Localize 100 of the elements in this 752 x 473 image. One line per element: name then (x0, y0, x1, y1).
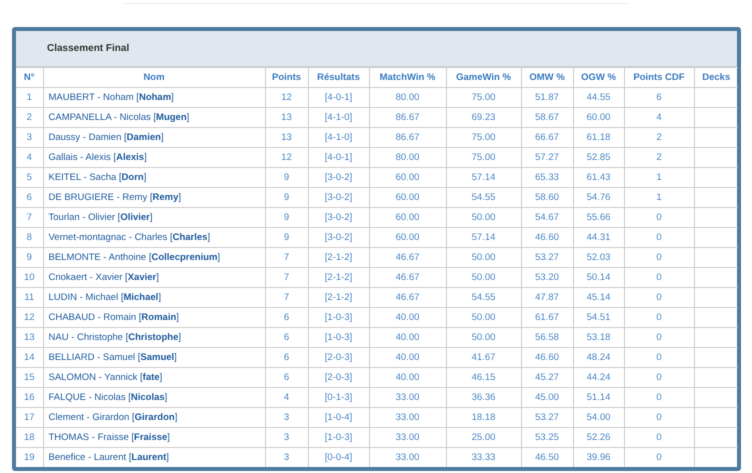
table-cell: [2-0-3] (324, 352, 352, 363)
table-cell: 60.00 (396, 172, 420, 183)
table-cell: 53.18 (586, 332, 610, 343)
player-name: CAMPANELLA - Nicolas [Mugen] (48, 112, 190, 123)
table-cell: 46.60 (535, 232, 559, 243)
table-cell: 12 (281, 92, 292, 103)
table-cell: 3 (284, 432, 290, 443)
table-cell: 5 (26, 172, 32, 183)
column-header: Nom (43, 68, 265, 88)
table-cell: 6 (284, 352, 290, 363)
column-header: MatchWin % (369, 68, 446, 88)
table-cell: 6 (656, 92, 662, 103)
table-cell: 25.00 (472, 432, 496, 443)
column-header: Résultats (308, 68, 369, 88)
table-cell: 75.00 (472, 132, 496, 143)
table-cell: [4-1-0] (324, 112, 352, 123)
column-header: Points CDF (624, 68, 694, 88)
table-cell: [4-1-0] (324, 132, 352, 143)
player-name: KEITEL - Sacha [Dorn] (48, 172, 146, 183)
table-cell: 57.14 (472, 232, 496, 243)
table-cell: 6 (284, 312, 290, 323)
table-cell: 44.55 (586, 92, 610, 103)
player-name: SALOMON - Yannick [fate] (48, 372, 162, 383)
table-cell: 7 (284, 252, 290, 263)
table-cell: 60.00 (396, 212, 420, 223)
player-name: Clement - Girardon [Girardon] (48, 412, 178, 423)
table-cell: 9 (26, 252, 32, 263)
table-cell: 55.66 (586, 212, 610, 223)
table-cell: 50.14 (586, 272, 610, 283)
table-cell: 69.23 (472, 112, 496, 123)
table-cell: 0 (656, 272, 662, 283)
table-cell: 6 (284, 372, 290, 383)
player-name: Benefice - Laurent [Laurent] (48, 452, 169, 463)
table-cell: 54.51 (586, 312, 610, 323)
table-cell: [2-1-2] (324, 252, 352, 263)
table-cell: 50.00 (472, 272, 496, 283)
table-cell: 54.55 (472, 292, 496, 303)
table-cell: 15 (24, 372, 35, 383)
player-name: LUDIN - Michael [Michael] (48, 292, 161, 303)
player-name: Cnokaert - Xavier [Xavier] (48, 272, 159, 283)
table-cell: 12 (281, 152, 292, 163)
table-cell: 4 (284, 392, 290, 403)
table-cell: 40.00 (396, 352, 420, 363)
player-name: Gallais - Alexis [Alexis] (48, 152, 147, 163)
table-cell: 53.27 (535, 252, 559, 263)
table-cell: 33.00 (396, 392, 420, 403)
table-cell: 52.03 (586, 252, 610, 263)
table-cell: 8 (26, 232, 32, 243)
table-cell: 61.18 (586, 132, 610, 143)
player-name: CHABAUD - Romain [Romain] (48, 312, 179, 323)
table-cell: 40.00 (396, 372, 420, 383)
table-cell: 80.00 (396, 152, 420, 163)
table-cell: 61.43 (586, 172, 610, 183)
table-cell: 14 (24, 352, 35, 363)
table-cell: 47.87 (535, 292, 559, 303)
table-cell: 50.00 (472, 312, 496, 323)
table-cell: 1 (656, 192, 662, 203)
table-cell: [1-0-3] (324, 332, 352, 343)
table-cell: 16 (24, 392, 35, 403)
column-header: N° (16, 68, 43, 88)
table-cell: 56.58 (535, 332, 559, 343)
table-cell: 33.00 (396, 412, 420, 423)
player-name: DE BRUGIERE - Remy [Remy] (48, 192, 182, 203)
table-cell: [0-1-3] (324, 392, 352, 403)
table-cell: 7 (26, 212, 32, 223)
table-cell: 9 (284, 172, 290, 183)
table-cell: 9 (284, 212, 290, 223)
table-cell: [4-0-1] (324, 152, 352, 163)
table-cell: [3-0-2] (324, 172, 352, 183)
table-cell: 57.14 (472, 172, 496, 183)
table-cell: [3-0-2] (324, 212, 352, 223)
table-cell: 17 (24, 412, 35, 423)
table-cell: 53.20 (535, 272, 559, 283)
table-cell: 51.14 (586, 392, 610, 403)
table-cell: 80.00 (396, 92, 420, 103)
table-cell: [0-0-4] (324, 452, 352, 463)
table-cell: 33.00 (396, 452, 420, 463)
table-cell: 4 (656, 112, 662, 123)
table-cell: 7 (284, 292, 290, 303)
table-cell: 9 (284, 192, 290, 203)
column-header: Points (265, 68, 308, 88)
table-cell: 54.76 (586, 192, 610, 203)
table-cell: 0 (656, 312, 662, 323)
table-cell: 33.33 (472, 452, 496, 463)
table-cell: 13 (24, 332, 35, 343)
table-cell: 53.27 (535, 412, 559, 423)
table-cell: 52.85 (586, 152, 610, 163)
table-cell: 52.26 (586, 432, 610, 443)
table-cell: [1-0-4] (324, 412, 352, 423)
table-cell: 0 (656, 372, 662, 383)
player-name: THOMAS - Fraisse [Fraisse] (48, 432, 170, 443)
table-cell: 12 (24, 312, 35, 323)
table-cell: 33.00 (396, 432, 420, 443)
table-cell: 40.00 (396, 332, 420, 343)
table-cell: 2 (656, 152, 662, 163)
table-cell: 0 (656, 292, 662, 303)
table-cell: 48.24 (586, 352, 610, 363)
table-cell: 58.67 (535, 112, 559, 123)
table-cell: 4 (26, 152, 32, 163)
table-cell: 0 (656, 252, 662, 263)
